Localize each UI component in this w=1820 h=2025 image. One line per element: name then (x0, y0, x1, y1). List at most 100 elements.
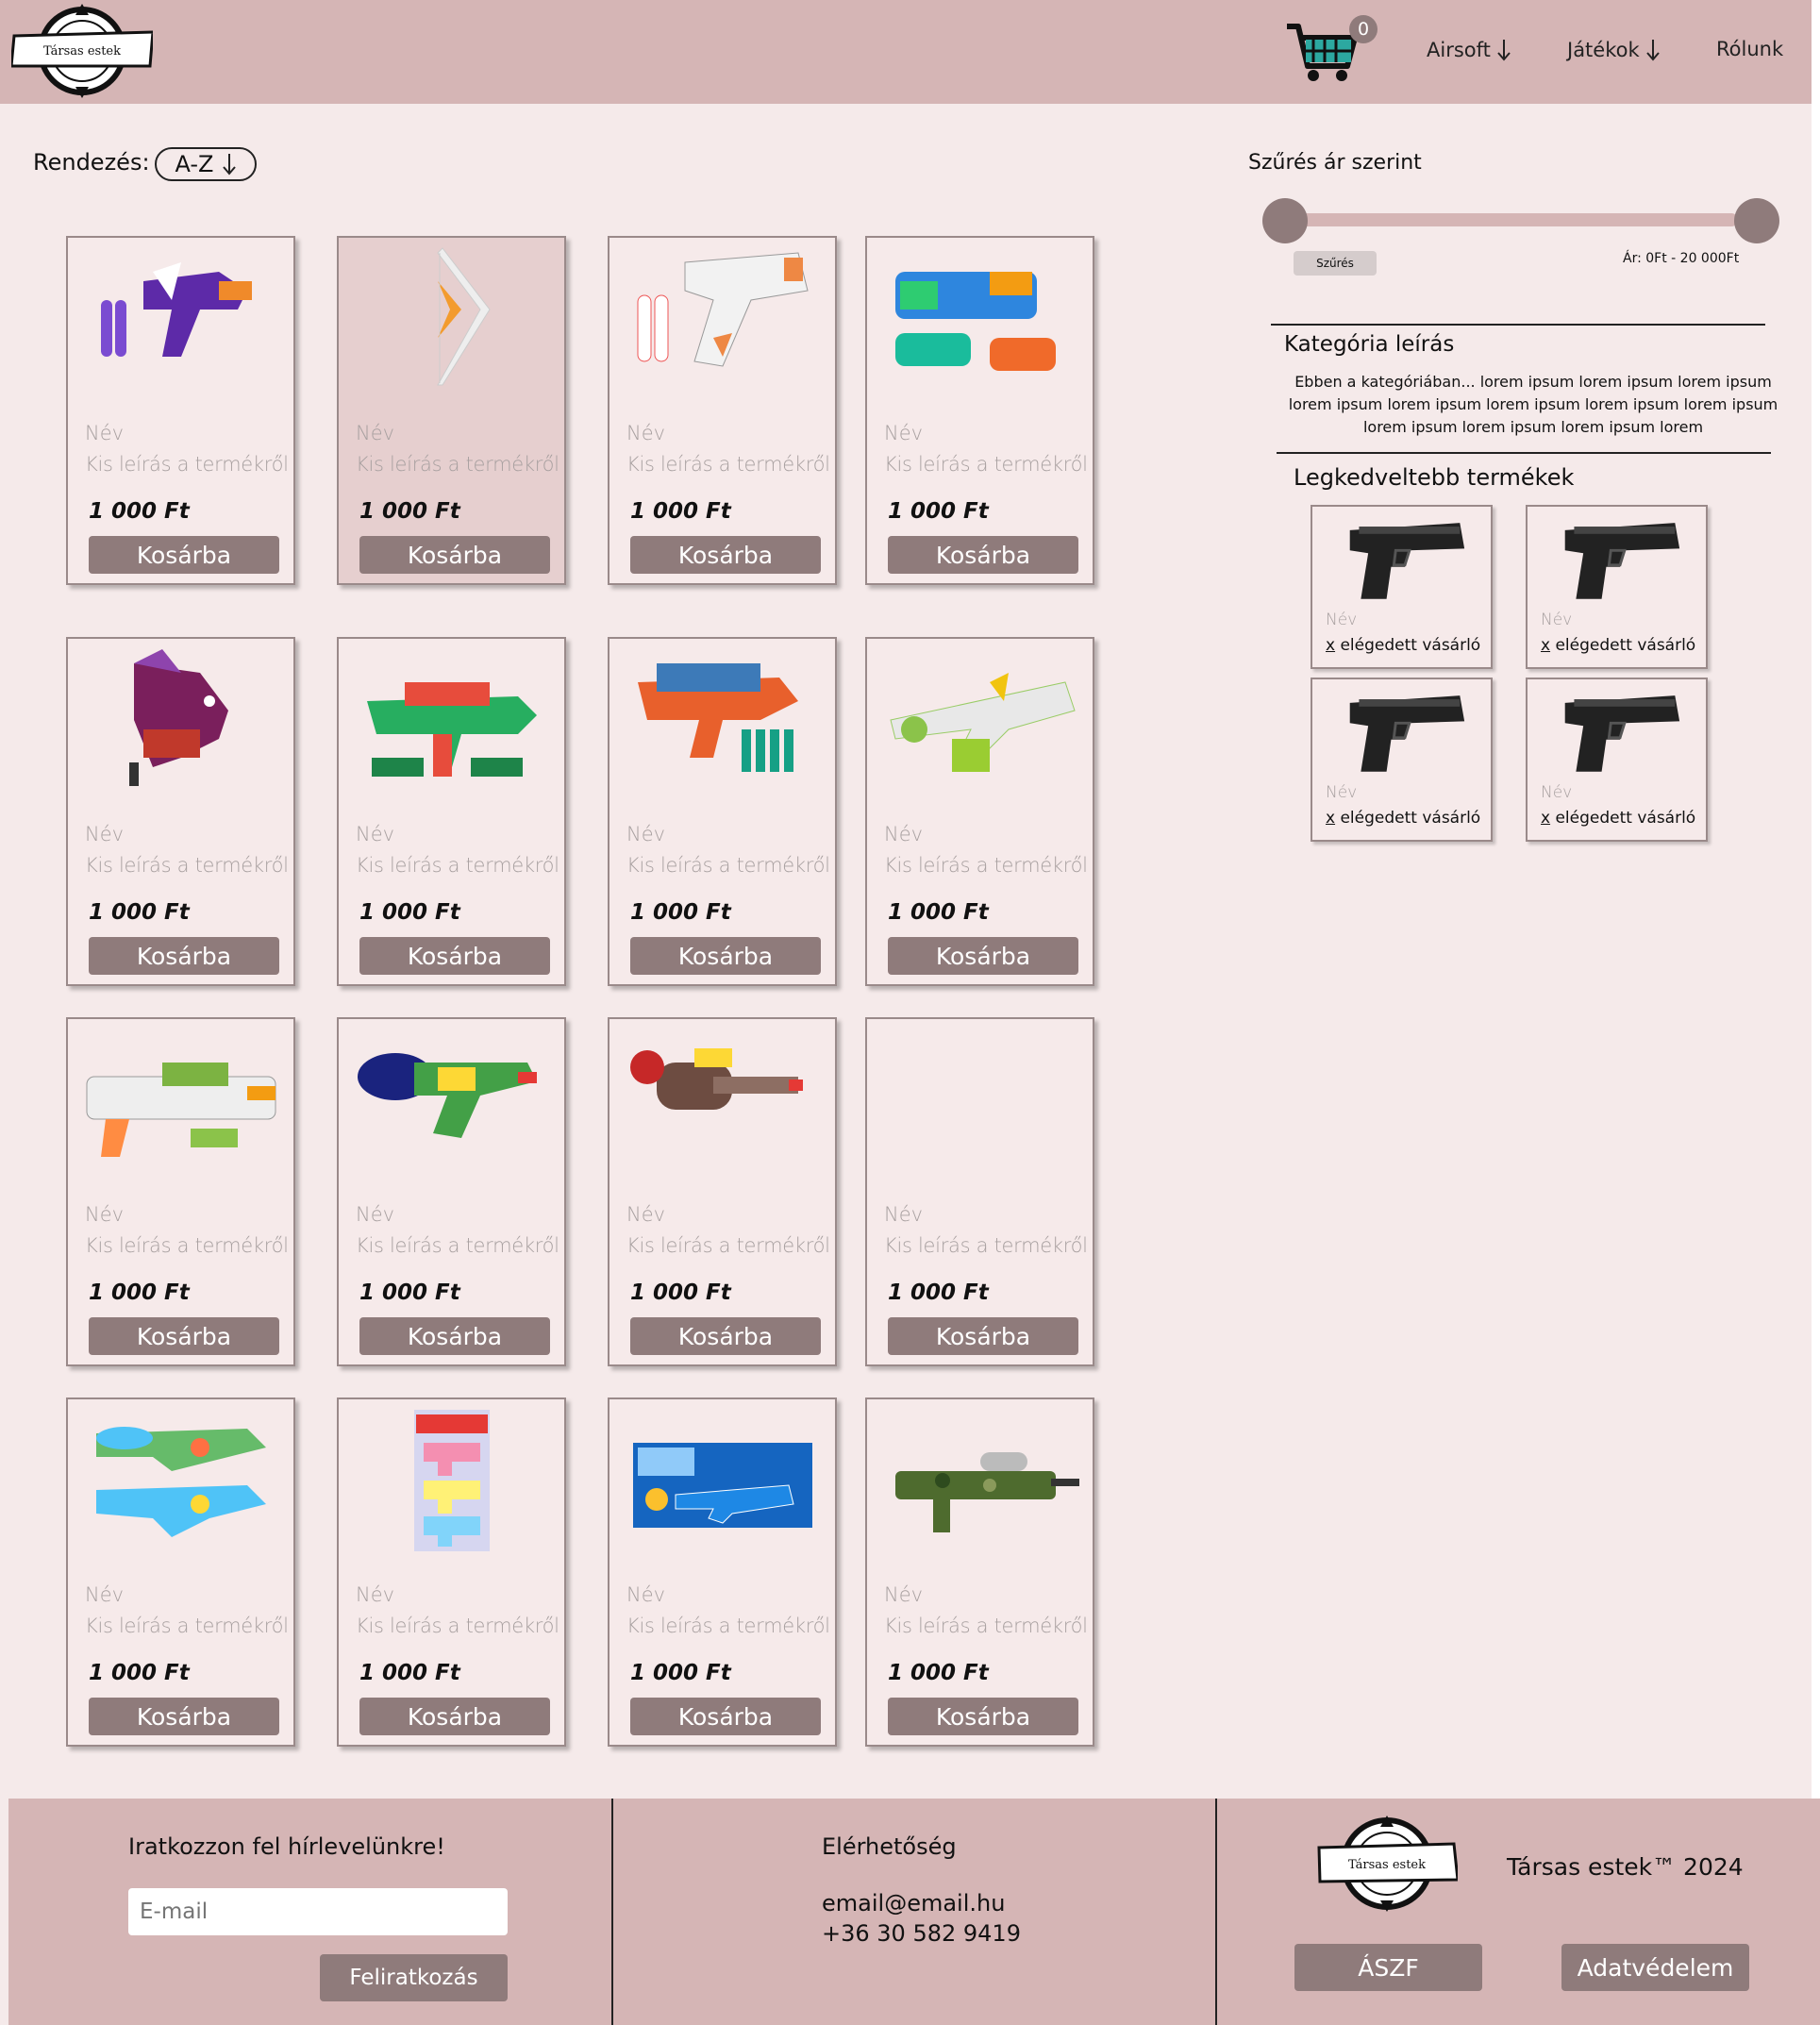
pistol-image (1349, 523, 1465, 599)
add-to-cart-button[interactable]: Kosárba (630, 536, 821, 574)
satisfied-label: elégedett vásárló (1335, 809, 1481, 828)
add-to-cart-button[interactable]: Kosárba (89, 1317, 279, 1355)
product-card[interactable]: Név Kis leírás a termékről 1 000 Ft Kosárba (337, 637, 566, 986)
newsletter-email-input[interactable] (128, 1888, 508, 1935)
price-slider-track[interactable] (1285, 213, 1738, 226)
divider (1277, 452, 1771, 454)
footer-logo-text: Társas estek (1348, 1858, 1426, 1872)
product-card[interactable]: Név Kis leírás a termékről 1 000 Ft Kosárba (865, 1397, 1094, 1747)
product-card[interactable]: Név Kis leírás a termékről 1 000 Ft Kosárba (608, 637, 837, 986)
nav-jatekok[interactable]: Játékok (1567, 38, 1661, 62)
product-price: 1 000 Ft (630, 1661, 731, 1685)
product-card[interactable]: Név Kis leírás a termékről 1 000 Ft Kosárba (337, 236, 566, 585)
sort-dropdown[interactable]: A-Z (155, 147, 257, 181)
product-image (129, 649, 228, 786)
terms-button[interactable]: ÁSZF (1294, 1944, 1482, 1991)
price-range-text: Ár: 0Ft - 20 000Ft (1623, 251, 1740, 266)
add-to-cart-button[interactable]: Kosárba (888, 1698, 1078, 1735)
product-description: Kis leírás a termékről (356, 453, 559, 476)
product-image (358, 1053, 537, 1138)
product-card[interactable]: Név Kis leírás a termékről 1 000 Ft Kosárba (66, 1017, 295, 1366)
product-price: 1 000 Ft (89, 499, 190, 524)
product-card[interactable]: Név Kis leírás a termékről 1 000 Ft Kosárba (337, 1017, 566, 1366)
product-name: Név (356, 823, 395, 845)
product-name: Név (85, 823, 125, 845)
product-image (890, 673, 1076, 772)
nav-airsoft[interactable]: Airsoft (1427, 38, 1511, 62)
subscribe-button[interactable]: Feliratkozás (320, 1954, 508, 2001)
product-card[interactable]: Név Kis leírás a termékről 1 000 Ft Kosárba (66, 1397, 295, 1747)
product-description: Kis leírás a termékről (884, 453, 1088, 476)
sort-label: Rendezés: (33, 149, 150, 176)
logo-icon[interactable]: Társas estek (11, 2, 153, 100)
favorite-product-card[interactable]: Név x elégedett vásárló (1526, 505, 1708, 669)
product-card[interactable]: Név Kis leírás a termékről 1 000 Ft Kosárba (865, 236, 1094, 585)
product-card[interactable]: Név Kis leírás a termékről 1 000 Ft Kosárba (865, 637, 1094, 986)
product-price: 1 000 Ft (630, 900, 731, 925)
add-to-cart-button[interactable]: Kosárba (630, 1317, 821, 1355)
add-to-cart-button[interactable]: Kosárba (359, 1698, 550, 1735)
product-card[interactable]: Név Kis leírás a termékről 1 000 Ft Kosárba (865, 1017, 1094, 1366)
satisfied-count: x (1541, 636, 1551, 655)
add-to-cart-button[interactable]: Kosárba (888, 536, 1078, 574)
product-description: Kis leírás a termékről (626, 1615, 830, 1637)
product-name: Név (626, 422, 666, 444)
product-price: 1 000 Ft (359, 499, 460, 524)
category-title: Kategória leírás (1284, 332, 1455, 357)
add-to-cart-button[interactable]: Kosárba (359, 536, 550, 574)
add-to-cart-button[interactable]: Kosárba (89, 1698, 279, 1735)
product-price: 1 000 Ft (89, 1280, 190, 1305)
price-slider-max-handle[interactable] (1734, 198, 1779, 243)
favorite-name: Név (1326, 611, 1358, 629)
add-to-cart-button[interactable]: Kosárba (630, 1698, 821, 1735)
footer-divider (1215, 1799, 1217, 2025)
filter-button[interactable]: Szűrés (1294, 251, 1377, 276)
add-to-cart-button[interactable]: Kosárba (888, 1317, 1078, 1355)
product-card[interactable]: Név Kis leírás a termékről 1 000 Ft Kosárba (66, 236, 295, 585)
add-to-cart-button[interactable]: Kosárba (630, 937, 821, 975)
product-card[interactable]: Név Kis leírás a termékről 1 000 Ft Kosárba (337, 1397, 566, 1747)
favorite-name: Név (1326, 783, 1358, 802)
product-description: Kis leírás a termékről (85, 1234, 289, 1257)
product-image (96, 1427, 266, 1537)
product-price: 1 000 Ft (888, 1280, 989, 1305)
satisfied-label: elégedett vásárló (1335, 636, 1481, 655)
product-name: Név (85, 1583, 125, 1606)
privacy-button[interactable]: Adatvédelem (1561, 1944, 1749, 1991)
add-to-cart-button[interactable]: Kosárba (89, 937, 279, 975)
favorite-name: Név (1541, 611, 1573, 629)
arrow-down-icon (222, 154, 236, 176)
newsletter-title: Iratkozzon fel hírlevelünkre! (128, 1833, 445, 1860)
product-price: 1 000 Ft (359, 900, 460, 925)
contact-email[interactable]: email@email.hu (822, 1890, 1005, 1916)
product-price: 1 000 Ft (359, 1280, 460, 1305)
product-card[interactable]: Név Kis leírás a termékről 1 000 Ft Kosárba (608, 1017, 837, 1366)
product-price: 1 000 Ft (89, 1661, 190, 1685)
favorite-product-card[interactable]: Név x elégedett vásárló (1526, 678, 1708, 842)
product-name: Név (85, 1203, 125, 1226)
add-to-cart-button[interactable]: Kosárba (89, 536, 279, 574)
product-price: 1 000 Ft (89, 900, 190, 925)
favorite-product-card[interactable]: Név x elégedett vásárló (1311, 505, 1493, 669)
product-card[interactable]: Név Kis leírás a termékről 1 000 Ft Kosárba (66, 637, 295, 986)
satisfied-label: elégedett vásárló (1550, 809, 1696, 828)
product-image (414, 1410, 490, 1551)
price-slider-min-handle[interactable] (1262, 198, 1308, 243)
product-price: 1 000 Ft (888, 1661, 989, 1685)
favorite-product-card[interactable]: Név x elégedett vásárló (1311, 678, 1493, 842)
product-image (101, 262, 252, 357)
nav-rolunk[interactable]: Rólunk (1716, 38, 1783, 60)
satisfied-count: x (1326, 636, 1336, 655)
price-filter-title: Szűrés ár szerint (1248, 151, 1422, 175)
product-card[interactable]: Név Kis leírás a termékről 1 000 Ft Kosárba (608, 1397, 837, 1747)
product-image (437, 247, 491, 386)
pistol-image (1349, 695, 1465, 772)
add-to-cart-button[interactable]: Kosárba (359, 1317, 550, 1355)
satisfied-buyers: x elégedett vásárló (1326, 636, 1480, 655)
satisfied-buyers: x elégedett vásárló (1326, 809, 1480, 828)
product-description: Kis leírás a termékről (85, 453, 289, 476)
add-to-cart-button[interactable]: Kosárba (888, 937, 1078, 975)
product-card[interactable]: Név Kis leírás a termékről 1 000 Ft Kosárba (608, 236, 837, 585)
add-to-cart-button[interactable]: Kosárba (359, 937, 550, 975)
product-image-placeholder (877, 1025, 1084, 1176)
